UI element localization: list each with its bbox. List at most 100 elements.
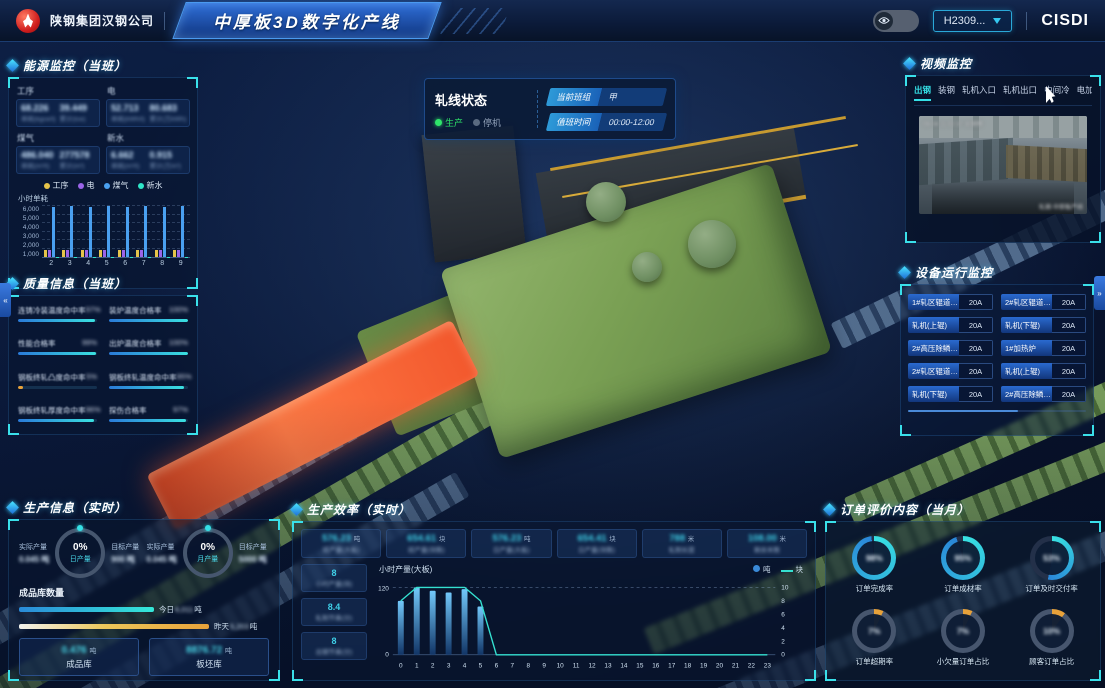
header: 陕钢集团汉钢公司 中厚板3D数字化产线 H2309... CISDI xyxy=(0,0,1105,42)
production-gauge-ring: 0% 月产量 xyxy=(183,528,233,578)
x-tick-label: 4 xyxy=(86,260,90,267)
quality-info-panel: 质量信息（当班） 连铸冷装温度命中率 97% 装炉温度合格率 100% 性能合格… xyxy=(8,274,198,435)
legend-dot-icon xyxy=(104,183,110,189)
equipment-monitor-panel: 设备运行监控 1#轧区辊道… 20A 2#轧区辊道… 20A 轧机(上辊) 20… xyxy=(900,263,1094,436)
camera-tab[interactable]: 电加热 xyxy=(1077,84,1092,101)
bar xyxy=(122,250,125,257)
svg-text:17: 17 xyxy=(668,663,676,670)
bar xyxy=(163,207,166,257)
stock-bars: 今日 6,011 吨 昨天 5,203 吨 xyxy=(19,604,269,632)
bar xyxy=(140,250,143,257)
bar xyxy=(144,206,147,257)
quality-progress-fill xyxy=(18,419,94,422)
energy-monitor-panel: 能源监控（当班） 工序 68.226 单耗(kgce/t) 39.449 累计(… xyxy=(8,56,198,289)
camera-tab[interactable]: 轧机入口 xyxy=(962,84,996,101)
quality-progress-fill xyxy=(18,386,23,389)
equipment-panel-title: 设备运行监控 xyxy=(915,264,993,281)
camera-tab[interactable]: 装钢 xyxy=(938,84,955,101)
energy-chart-legend: 工序电煤气新水 xyxy=(16,180,190,191)
equipment-item[interactable]: 2#轧区辊道… 20A xyxy=(908,363,993,379)
camera-tab[interactable]: 轧机出口 xyxy=(1003,84,1037,101)
svg-text:21: 21 xyxy=(732,663,740,670)
equipment-item[interactable]: 轧机(下辊) 20A xyxy=(1001,317,1086,333)
svg-text:10: 10 xyxy=(781,584,789,591)
svg-text:18: 18 xyxy=(684,663,692,670)
bar xyxy=(177,250,180,257)
efficiency-panel-title: 生产效率（实时） xyxy=(307,501,411,518)
svg-text:12: 12 xyxy=(588,663,596,670)
quality-progress-fill xyxy=(109,352,188,355)
bar xyxy=(56,257,59,258)
order-kpi-donut: 7% xyxy=(941,609,985,653)
stock-title: 成品库数量 xyxy=(19,586,269,599)
legend-item: 煤气 xyxy=(104,180,129,191)
equipment-scrollbar-thumb[interactable] xyxy=(908,410,1018,412)
equipment-item[interactable]: 轧机(上辊) 20A xyxy=(1001,363,1086,379)
right-panel-collapse-handle[interactable]: » xyxy=(1094,276,1105,310)
hourly-chart-plot: 1200108642001234567891011121314151617181… xyxy=(375,575,807,688)
stock-card: 8876.72 吨 板坯库 xyxy=(149,638,269,676)
bar xyxy=(44,250,47,257)
equipment-item[interactable]: 2#高压除鳞… 20A xyxy=(1001,386,1086,402)
equipment-item[interactable]: 轧机(上辊) 20A xyxy=(908,317,993,333)
quality-progress-fill xyxy=(18,319,95,322)
device-selector-dropdown[interactable]: H2309... xyxy=(933,10,1013,32)
efficiency-side-card: 8 小时产量(块) xyxy=(301,564,367,592)
energy-group: 煤气 486.040 单耗(m³/t) 277578 累计(m³) xyxy=(16,132,100,174)
status-divider xyxy=(537,90,538,128)
video-panel-title: 视频监控 xyxy=(920,55,972,72)
equipment-scrollbar[interactable] xyxy=(908,410,1086,412)
energy-bar-group xyxy=(118,206,133,257)
gauge-dot-icon xyxy=(77,525,83,531)
visibility-toggle[interactable] xyxy=(873,10,919,32)
panel-diamond-icon xyxy=(290,503,303,516)
order-kpi: 7% 订单超期率 xyxy=(830,601,919,674)
left-panel-collapse-handle[interactable]: « xyxy=(0,283,11,317)
bar xyxy=(99,250,102,257)
company-name: 陕钢集团汉钢公司 xyxy=(50,12,154,29)
energy-bar-group xyxy=(99,206,114,257)
line-swatch-icon xyxy=(781,570,793,572)
header-divider xyxy=(1026,12,1027,30)
svg-text:4: 4 xyxy=(463,663,467,670)
status-mode: 停机 xyxy=(473,116,501,129)
efficiency-side-stats: 8 小时产量(块) 8.4 轧制节奏(分) 8 出钢节奏(分) xyxy=(301,564,367,688)
equipment-item[interactable]: 1#加热炉 20A xyxy=(1001,340,1086,356)
bar xyxy=(70,206,73,257)
svg-text:0: 0 xyxy=(385,652,389,659)
bar xyxy=(81,250,84,257)
camera-feed[interactable]: 09-04 11:02:37 出钢侧 轧钢·中厚板产线 xyxy=(919,116,1087,214)
equipment-item[interactable]: 2#高压除鳞… 20A xyxy=(908,340,993,356)
quality-progress-track xyxy=(18,319,97,322)
hourly-chart-legend: 吨 块 xyxy=(753,564,803,575)
stock-bar-row: 昨天 5,203 吨 xyxy=(19,621,269,632)
video-monitor-panel: 视频监控 出钢装钢轧机入口轧机出口中间冷电加热 09-04 11:02:37 出… xyxy=(905,54,1101,243)
efficiency-side-card: 8.4 轧制节奏(分) xyxy=(301,598,367,626)
equipment-item[interactable]: 轧机(下辊) 20A xyxy=(908,386,993,402)
equipment-item[interactable]: 1#轧区辊道… 20A xyxy=(908,294,993,310)
order-kpi: 95% 订单成材率 xyxy=(919,528,1008,601)
company-logo-icon xyxy=(16,9,40,33)
efficiency-side-card: 8 出钢节奏(分) xyxy=(301,632,367,660)
camera-tab[interactable]: 出钢 xyxy=(914,84,931,101)
energy-chart-axis-label: 小时单耗 xyxy=(18,193,190,204)
svg-text:20: 20 xyxy=(716,663,724,670)
bar xyxy=(74,257,77,258)
energy-chart-plot xyxy=(42,206,190,258)
status-modes: 生产 停机 xyxy=(435,116,527,129)
svg-text:5: 5 xyxy=(479,663,483,670)
order-kpi: 53% 订单及时交付率 xyxy=(1007,528,1096,601)
svg-text:8: 8 xyxy=(781,598,785,605)
equipment-item[interactable]: 2#轧区辊道… 20A xyxy=(1001,294,1086,310)
bar xyxy=(89,207,92,257)
legend-item: 电 xyxy=(78,180,95,191)
bar xyxy=(173,250,176,257)
quality-item: 连铸冷装温度命中率 97% xyxy=(18,305,97,330)
bar xyxy=(107,206,110,257)
bar xyxy=(66,250,69,257)
svg-text:19: 19 xyxy=(700,663,708,670)
svg-text:8: 8 xyxy=(526,663,530,670)
bar xyxy=(185,257,188,258)
hourly-chart-svg: 1200108642001234567891011121314151617181… xyxy=(375,575,807,683)
feed-machinery xyxy=(1006,145,1087,183)
